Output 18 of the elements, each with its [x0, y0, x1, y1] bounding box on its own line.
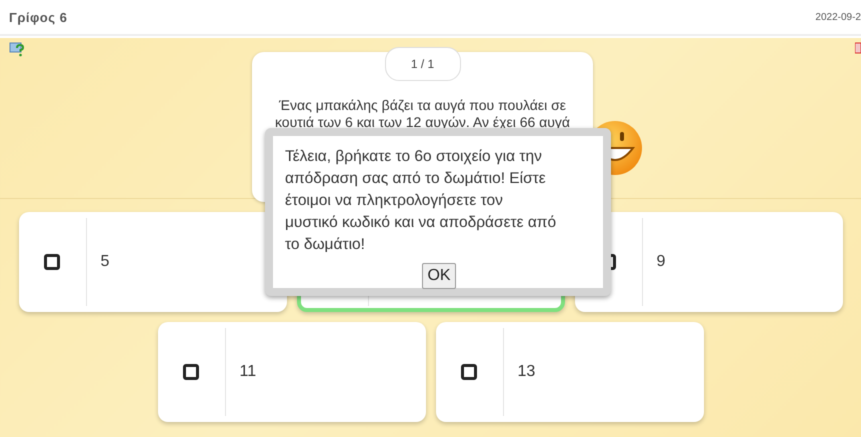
answer-text: 9 — [656, 253, 666, 271]
puzzle-title: Γρίφος 6 — [9, 10, 68, 24]
question-counter: 1 / 1 — [384, 47, 460, 81]
answer-text: 5 — [100, 253, 110, 271]
question-text: Ένας μπακάλης βάζει τα αυγά που πουλάει σε — [279, 97, 566, 114]
answer-card[interactable]: 13 — [436, 322, 704, 422]
dialog-message: Τέλεια, βρήκατε το 6ο στοιχείο για την απόδραση σας από το δωμάτιο! Είστε έτοιμοι να πληκτρολογήσετε τον μυστικό κωδικό και να αποδράσετε από το δωμάτιο! — [285, 147, 557, 255]
answer-card[interactable]: 11 — [158, 322, 426, 422]
help-icon[interactable] — [9, 41, 25, 57]
checkbox-icon — [461, 364, 477, 380]
answer-text: 13 — [518, 363, 536, 381]
answer-card[interactable]: 5 — [18, 212, 286, 312]
date-text: 2022-09-2 — [815, 12, 861, 22]
checkbox-icon — [44, 254, 60, 270]
exit-icon[interactable] — [855, 42, 861, 54]
ok-button[interactable]: OK — [422, 263, 456, 289]
checkbox-icon — [183, 364, 199, 380]
answer-text: 11 — [240, 363, 256, 381]
